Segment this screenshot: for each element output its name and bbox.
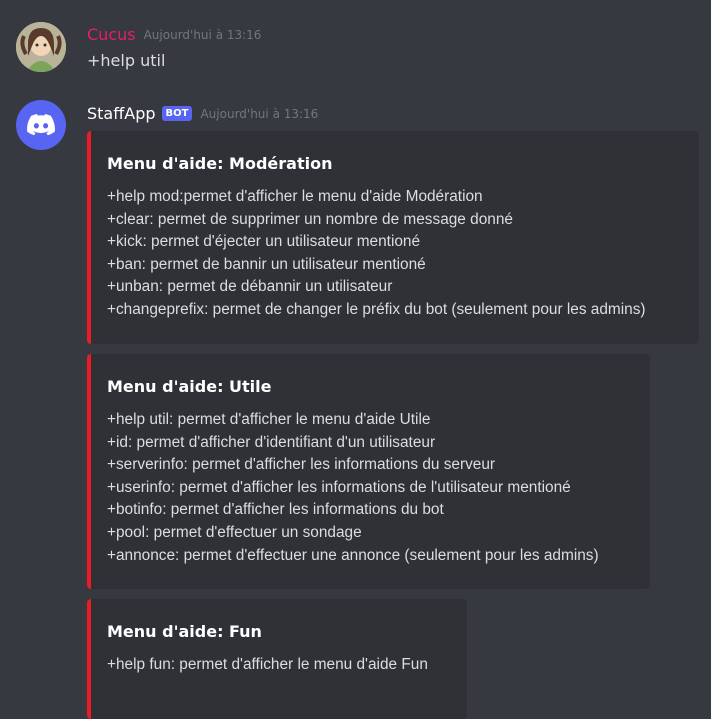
user-message-text: +help util (87, 51, 166, 70)
embed-line: +changeprefix: permet de changer le préf… (107, 300, 646, 318)
user-message: Cucus Aujourd'hui à 13:16 +help util (0, 22, 711, 74)
message-timestamp: Aujourd'hui à 13:16 (143, 27, 262, 42)
embed-line: +help fun: permet d'afficher le menu d'a… (107, 656, 428, 673)
user-name[interactable]: Cucus (87, 25, 136, 44)
bot-message-header: StaffApp BOT Aujourd'hui à 13:16 (87, 104, 318, 123)
message-timestamp: Aujourd'hui à 13:16 (200, 106, 319, 121)
embed-title: Menu d'aide: Utile (107, 377, 272, 396)
embed-line: +userinfo: permet d'afficher les informa… (107, 478, 571, 496)
embed-moderation: Menu d'aide: Modération +help mod:permet… (87, 131, 699, 344)
discord-logo-icon (27, 114, 55, 136)
user-avatar[interactable] (16, 22, 66, 72)
bot-badge: BOT (161, 106, 193, 121)
embed-line: +pool: permet d'effectuer un sondage (107, 523, 362, 541)
bot-avatar[interactable] (16, 100, 66, 150)
embed-line: +id: permet d'afficher d'identifiant d'u… (107, 433, 436, 451)
embed-line: +kick: permet d'éjecter un utilisateur m… (107, 233, 421, 251)
embed-title: Menu d'aide: Fun (107, 622, 262, 641)
embed-line: +ban: permet de bannir un utilisateur me… (107, 255, 426, 273)
embed-line: +clear: permet de supprimer un nombre de… (107, 210, 513, 228)
embed-fun: Menu d'aide: Fun +help fun: permet d'aff… (87, 599, 467, 719)
embed-utile: Menu d'aide: Utile +help util: permet d'… (87, 354, 650, 589)
user-avatar-image (16, 22, 66, 72)
bot-name[interactable]: StaffApp (87, 104, 156, 123)
embed-title: Menu d'aide: Modération (107, 154, 333, 173)
embed-line: +help mod:permet d'afficher le menu d'ai… (107, 188, 483, 205)
embed-line: +unban: permet de débannir un utilisateu… (107, 278, 393, 296)
embed-line: +annonce: permet d'effectuer une annonce… (107, 546, 599, 564)
user-message-header: Cucus Aujourd'hui à 13:16 (87, 25, 261, 44)
embed-line: +botinfo: permet d'afficher les informat… (107, 501, 444, 519)
embed-line: +serverinfo: permet d'afficher les infor… (107, 456, 496, 474)
bot-message: StaffApp BOT Aujourd'hui à 13:16 Menu d'… (0, 100, 711, 719)
embed-line: +help util: permet d'afficher le menu d'… (107, 411, 431, 428)
